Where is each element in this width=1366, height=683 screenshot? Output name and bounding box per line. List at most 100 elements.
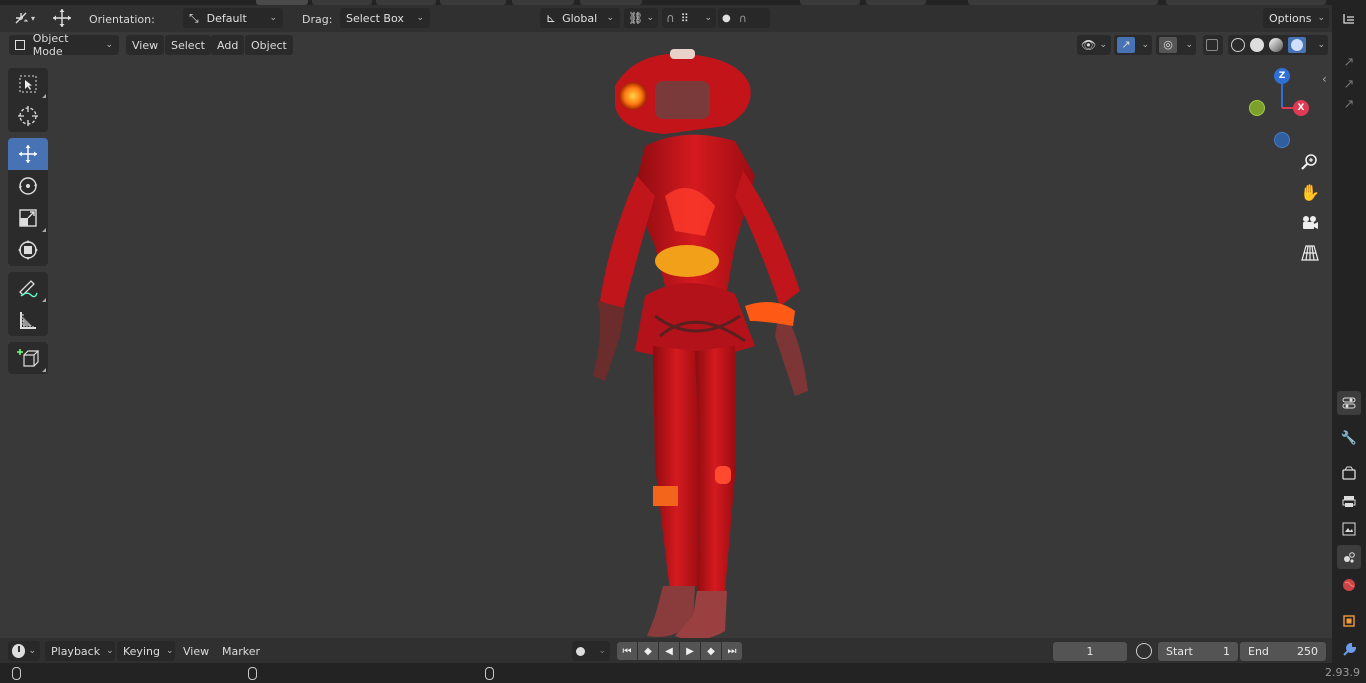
- drag-dropdown[interactable]: Select Box ⌄: [340, 8, 430, 28]
- menu-view-timeline[interactable]: View: [177, 641, 215, 661]
- orientation-dropdown[interactable]: ⤡ Default ⌄: [183, 8, 283, 28]
- options-dropdown[interactable]: Options ⌄: [1263, 8, 1329, 28]
- rendered-shading-icon[interactable]: [1288, 37, 1306, 53]
- editor-type-dropdown[interactable]: ⌄: [8, 641, 40, 661]
- rotate-tool[interactable]: [8, 170, 48, 202]
- auto-keying-toggle[interactable]: ⌄: [572, 641, 610, 661]
- falloff-curve-icon: ∩: [738, 11, 747, 25]
- navigation-gizmo[interactable]: Z X: [1240, 64, 1320, 154]
- menu-keying[interactable]: Keying ⌄: [117, 641, 175, 661]
- properties-editor-icon[interactable]: [1337, 391, 1361, 415]
- next-keyframe-icon[interactable]: ◆: [701, 642, 721, 660]
- wireframe-shading-icon[interactable]: [1231, 38, 1245, 52]
- scale-icon: [19, 209, 37, 227]
- shading-group: ⌄: [1228, 35, 1328, 55]
- visibility-dropdown[interactable]: 👁 ⌄: [1077, 35, 1111, 55]
- orientation-icon: ⤡: [189, 10, 199, 25]
- snap-grid-icon: ⠿: [680, 11, 689, 25]
- jump-end-icon[interactable]: ⏭: [722, 642, 742, 660]
- xray-toggle[interactable]: [1203, 35, 1223, 55]
- start-value: 1: [1223, 645, 1230, 658]
- camera-view-icon[interactable]: [1296, 209, 1324, 237]
- keying-label: Keying: [123, 644, 160, 658]
- gizmo-neg-y-axis[interactable]: [1249, 100, 1265, 116]
- options-label: Options: [1269, 11, 1312, 25]
- proportional-link-button[interactable]: ⛓ ⌄: [624, 8, 658, 28]
- menu-view[interactable]: View: [126, 35, 165, 55]
- transform-icon: [18, 240, 38, 260]
- record-dot-icon: [576, 646, 585, 656]
- add-cube-tool[interactable]: [8, 342, 48, 374]
- gizmo-z-axis[interactable]: Z: [1274, 68, 1290, 84]
- prev-keyframe-icon[interactable]: ◆: [638, 642, 658, 660]
- object-properties-icon[interactable]: [1337, 609, 1361, 633]
- stopwatch-icon[interactable]: [1136, 643, 1152, 659]
- move-tool[interactable]: [8, 138, 48, 170]
- add-cube-icon: [17, 349, 39, 367]
- menu-select[interactable]: Select: [165, 35, 211, 55]
- menu-marker[interactable]: Marker: [216, 641, 266, 661]
- zoom-icon[interactable]: [1296, 148, 1324, 176]
- render-properties-icon[interactable]: [1337, 461, 1361, 485]
- material-shading-icon[interactable]: [1269, 38, 1283, 52]
- transform-tool[interactable]: [8, 234, 48, 266]
- cursor-tool[interactable]: [8, 100, 48, 132]
- overlays-toggle[interactable]: ◎ ⌄: [1156, 35, 1196, 55]
- chevron-down-icon: ⌄: [165, 646, 174, 656]
- proportional-editing-button[interactable]: ● ∩: [718, 8, 770, 28]
- move-icon: [19, 145, 37, 163]
- measure-tool[interactable]: [8, 304, 48, 336]
- transform-tool-icon[interactable]: ▾: [8, 8, 40, 28]
- gizmo-toggle[interactable]: ↗ ⌄: [1114, 35, 1152, 55]
- chevron-down-icon: ⌄: [1141, 40, 1149, 50]
- view-layer-icon[interactable]: [1337, 517, 1361, 541]
- snap-button[interactable]: ∩ ⠿ ⌄: [662, 8, 716, 28]
- scale-tool[interactable]: [8, 202, 48, 234]
- move-arrows-icon[interactable]: [48, 8, 76, 28]
- drag-label: Drag:: [302, 13, 333, 26]
- hand-pan-icon[interactable]: ✋: [1296, 178, 1324, 206]
- chevron-down-icon: ⌄: [1185, 40, 1193, 50]
- link-icon: ⛓: [628, 11, 644, 25]
- chevron-down-icon: ⌄: [1099, 40, 1107, 50]
- annotate-tool[interactable]: [8, 272, 48, 304]
- gizmo-neg-z-axis[interactable]: [1274, 132, 1290, 148]
- jump-start-icon[interactable]: ⏮: [617, 642, 637, 660]
- 3d-viewport[interactable]: Object Mode ⌄ View Select Add Object 👁 ⌄…: [0, 32, 1332, 638]
- tool-arrow-icon[interactable]: ↗: [1337, 92, 1361, 116]
- outliner-icon[interactable]: [1337, 8, 1361, 32]
- menu-object[interactable]: Object: [245, 35, 293, 55]
- current-frame-field[interactable]: 1: [1053, 642, 1127, 661]
- character-model[interactable]: [575, 46, 825, 638]
- chevron-down-icon: ⌄: [1317, 40, 1325, 50]
- sidebar-toggle-icon[interactable]: ‹: [1322, 72, 1327, 86]
- start-frame-field[interactable]: Start 1: [1158, 642, 1238, 661]
- select-box-tool[interactable]: [8, 68, 48, 100]
- properties-tabs: ↗ ↗ ↗ 🔧: [1332, 0, 1366, 663]
- gizmo-icon: ↗: [1117, 37, 1135, 53]
- pencil-icon: [19, 280, 38, 298]
- mode-value: Object Mode: [32, 32, 69, 58]
- axes-icon: ⊾: [546, 11, 557, 25]
- output-properties-icon[interactable]: [1337, 489, 1361, 513]
- menu-playback[interactable]: Playback ⌄: [45, 641, 115, 661]
- scene-properties-icon[interactable]: [1337, 545, 1361, 569]
- chevron-down-icon: ⌄: [704, 13, 712, 23]
- world-properties-icon[interactable]: [1337, 573, 1361, 597]
- tool-arrow-icon[interactable]: ↗: [1337, 50, 1361, 74]
- solid-shading-icon[interactable]: [1250, 38, 1264, 52]
- chevron-down-icon: ⌄: [646, 13, 654, 23]
- grid-perspective-icon[interactable]: [1296, 239, 1324, 267]
- transform-pivot-dropdown[interactable]: ⊾ Global ⌄: [540, 8, 620, 28]
- end-frame-field[interactable]: End 250: [1240, 642, 1326, 661]
- overlays-icon: ◎: [1159, 37, 1177, 53]
- gizmo-x-axis[interactable]: X: [1293, 100, 1309, 116]
- play-reverse-icon[interactable]: ◀: [659, 642, 679, 660]
- play-icon[interactable]: ▶: [680, 642, 700, 660]
- chevron-down-icon: ⌄: [269, 13, 277, 23]
- tool-settings-icon[interactable]: 🔧: [1337, 426, 1361, 450]
- modifier-wrench-icon[interactable]: [1337, 638, 1361, 662]
- chevron-down-icon: ⌄: [106, 646, 114, 656]
- mode-dropdown[interactable]: Object Mode ⌄: [9, 32, 119, 58]
- menu-add[interactable]: Add: [211, 35, 245, 55]
